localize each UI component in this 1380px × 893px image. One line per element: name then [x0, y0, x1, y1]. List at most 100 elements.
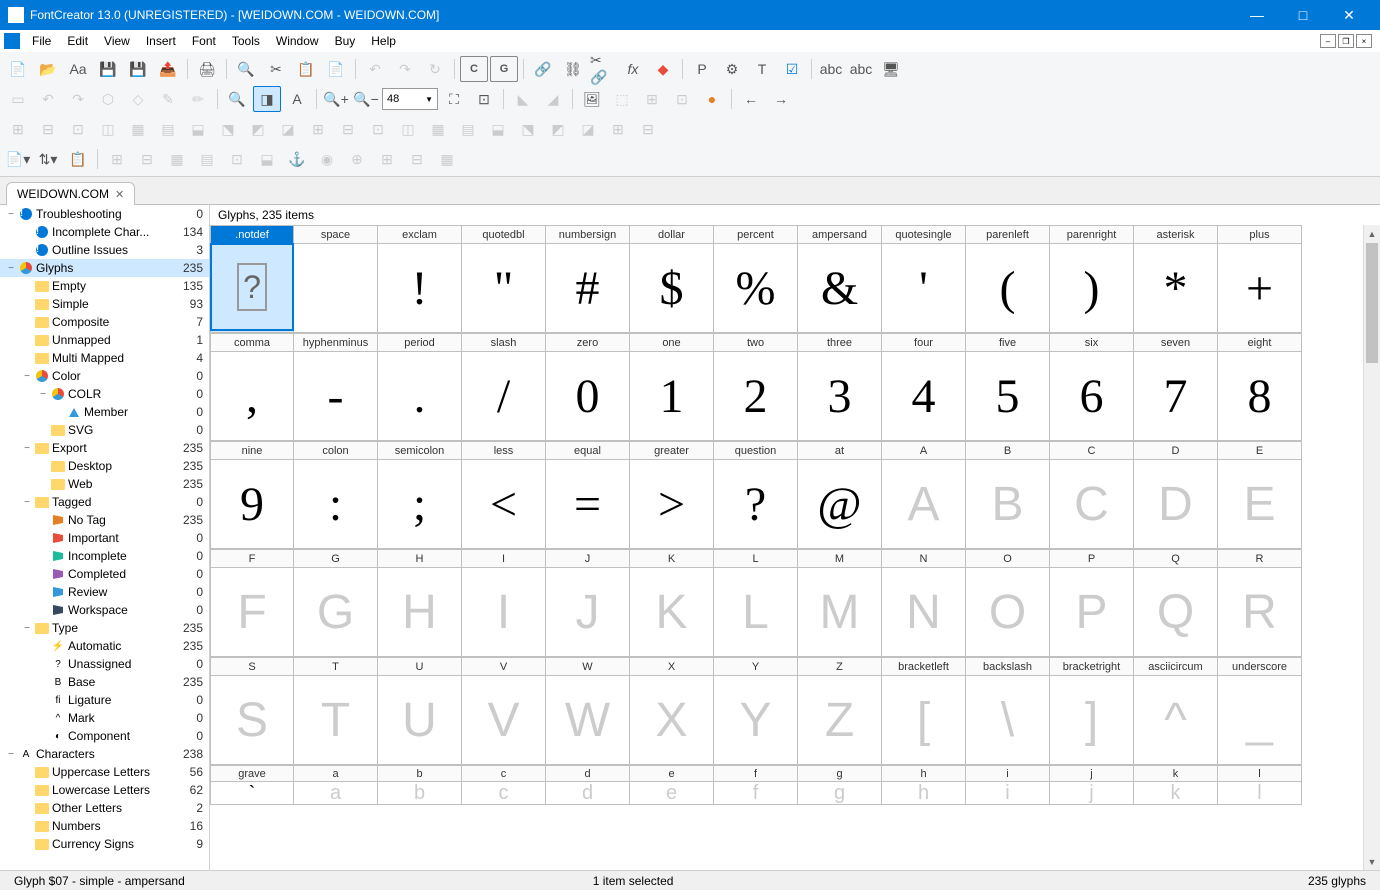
glyph-cell-six[interactable]: six6: [1050, 333, 1134, 441]
glyph-cell-N[interactable]: NN: [882, 549, 966, 657]
glyph-cell-F[interactable]: FF: [210, 549, 294, 657]
glyph-cell-five[interactable]: five5: [966, 333, 1050, 441]
zoom-out-icon[interactable]: 🔍−: [352, 86, 380, 112]
tree-row-unmapped[interactable]: Unmapped1: [0, 331, 209, 349]
font-open-icon[interactable]: Aa: [64, 56, 92, 82]
tree-row-unassigned[interactable]: ?Unassigned0: [0, 655, 209, 673]
preview-mode-icon[interactable]: 🔍: [223, 86, 251, 112]
glyph-cell-equal[interactable]: equal=: [546, 441, 630, 549]
glyph-cell-M[interactable]: MM: [798, 549, 882, 657]
next-icon[interactable]: →: [767, 86, 795, 112]
glyph-grid[interactable]: .notdef?space exclam!quotedbl"numbersign…: [210, 225, 1363, 870]
glyph-cell-f[interactable]: ff: [714, 765, 798, 805]
glyph-cell-J[interactable]: JJ: [546, 549, 630, 657]
glyph-cell-asterisk[interactable]: asterisk*: [1134, 225, 1218, 333]
glyph-cell-H[interactable]: HH: [378, 549, 462, 657]
autometrics-icon[interactable]: abc: [847, 56, 875, 82]
maximize-button[interactable]: □: [1280, 0, 1326, 30]
tree-row-colr[interactable]: −COLR0: [0, 385, 209, 403]
glyph-cell-Q[interactable]: QQ: [1134, 549, 1218, 657]
tree-twisty-icon[interactable]: −: [4, 209, 18, 220]
clipboard-icon[interactable]: 📋: [64, 146, 92, 172]
tree-row-troubleshooting[interactable]: −!Troubleshooting0: [0, 205, 209, 223]
tree-row-multi-mapped[interactable]: Multi Mapped4: [0, 349, 209, 367]
glyph-cell-X[interactable]: XX: [630, 657, 714, 765]
link-icon[interactable]: 🔗: [529, 56, 557, 82]
tree-row-currency-signs[interactable]: Currency Signs9: [0, 835, 209, 853]
tree-row-glyphs[interactable]: −Glyphs235: [0, 259, 209, 277]
glyph-cell-nine[interactable]: nine9: [210, 441, 294, 549]
new-icon[interactable]: 📄: [4, 56, 32, 82]
glyph-cell-A[interactable]: AA: [882, 441, 966, 549]
scroll-up-icon[interactable]: ▲: [1364, 225, 1380, 242]
close-button[interactable]: ✕: [1326, 0, 1372, 30]
eraser-icon[interactable]: ◆: [649, 56, 677, 82]
fit-icon[interactable]: ⛶: [440, 86, 468, 112]
glyph-cell-W[interactable]: WW: [546, 657, 630, 765]
document-tab[interactable]: WEIDOWN.COM ✕: [6, 182, 135, 205]
glyph-cell-comma[interactable]: comma,: [210, 333, 294, 441]
glyph-cell-one[interactable]: one1: [630, 333, 714, 441]
find-icon[interactable]: 🔍: [232, 56, 260, 82]
glyph-cell-k[interactable]: kk: [1134, 765, 1218, 805]
break-link-icon[interactable]: ✂🔗: [589, 56, 617, 82]
glyph-cell-asciicircum[interactable]: asciicircum^: [1134, 657, 1218, 765]
image-icon[interactable]: 🖼: [578, 86, 606, 112]
mdi-restore-button[interactable]: ❐: [1338, 34, 1354, 48]
tree-row-numbers[interactable]: Numbers16: [0, 817, 209, 835]
tree-row-other-letters[interactable]: Other Letters2: [0, 799, 209, 817]
tree-twisty-icon[interactable]: −: [20, 497, 34, 508]
menu-edit[interactable]: Edit: [59, 32, 96, 50]
tree-twisty-icon[interactable]: −: [4, 749, 18, 760]
glyph-cell-bracketright[interactable]: bracketright]: [1050, 657, 1134, 765]
tree-twisty-icon[interactable]: −: [20, 443, 34, 454]
vertical-scrollbar[interactable]: ▲ ▼: [1363, 225, 1380, 870]
glyph-cell-Y[interactable]: YY: [714, 657, 798, 765]
metrics-icon[interactable]: A: [283, 86, 311, 112]
open-icon[interactable]: 📂: [34, 56, 62, 82]
tree-row-color[interactable]: −Color0: [0, 367, 209, 385]
glyph-cell-a[interactable]: aa: [294, 765, 378, 805]
glyph-cell-seven[interactable]: seven7: [1134, 333, 1218, 441]
settings-icon[interactable]: ⚙: [718, 56, 746, 82]
complete-composites-icon[interactable]: C: [460, 56, 488, 82]
tree-row-outline-issues[interactable]: !Outline Issues3: [0, 241, 209, 259]
glyph-cell-exclam[interactable]: exclam!: [378, 225, 462, 333]
glyph-cell-S[interactable]: SS: [210, 657, 294, 765]
glyph-cell-percent[interactable]: percent%: [714, 225, 798, 333]
fill-mode-icon[interactable]: ◨: [253, 86, 281, 112]
mdi-close-button[interactable]: ×: [1356, 34, 1372, 48]
glyph-cell-U[interactable]: UU: [378, 657, 462, 765]
category-tree[interactable]: −!Troubleshooting0!Incomplete Char...134…: [0, 205, 210, 870]
tree-row-member[interactable]: Member0: [0, 403, 209, 421]
tree-row-desktop[interactable]: Desktop235: [0, 457, 209, 475]
menu-font[interactable]: Font: [184, 32, 224, 50]
copy-icon[interactable]: 📋: [292, 56, 320, 82]
glyph-cell-I[interactable]: II: [462, 549, 546, 657]
tree-row-characters[interactable]: −ACharacters238: [0, 745, 209, 763]
scroll-down-icon[interactable]: ▼: [1364, 853, 1380, 870]
color-icon[interactable]: ●: [698, 86, 726, 112]
scroll-thumb[interactable]: [1366, 243, 1378, 363]
glyph-cell-B[interactable]: BB: [966, 441, 1050, 549]
tree-row-simple[interactable]: Simple93: [0, 295, 209, 313]
glyph-cell-R[interactable]: RR: [1218, 549, 1302, 657]
tree-row-ligature[interactable]: fiLigature0: [0, 691, 209, 709]
tree-twisty-icon[interactable]: −: [20, 371, 34, 382]
tree-row-base[interactable]: BBase235: [0, 673, 209, 691]
menu-help[interactable]: Help: [363, 32, 404, 50]
glyph-cell-slash[interactable]: slash/: [462, 333, 546, 441]
glyph-cell-less[interactable]: less<: [462, 441, 546, 549]
unlink-icon[interactable]: ⛓: [559, 56, 587, 82]
glyph-cell-i[interactable]: ii: [966, 765, 1050, 805]
glyph-cell-quotedbl[interactable]: quotedbl": [462, 225, 546, 333]
glyph-cell-period[interactable]: period.: [378, 333, 462, 441]
glyph-cell-g[interactable]: gg: [798, 765, 882, 805]
glyph-cell-question[interactable]: question?: [714, 441, 798, 549]
glyph-cell-two[interactable]: two2: [714, 333, 798, 441]
glyph-cell-hyphenminus[interactable]: hyphenminus-: [294, 333, 378, 441]
tree-twisty-icon[interactable]: −: [4, 263, 18, 274]
tree-row-no-tag[interactable]: No Tag235: [0, 511, 209, 529]
glyph-cell-underscore[interactable]: underscore_: [1218, 657, 1302, 765]
glyph-cell-three[interactable]: three3: [798, 333, 882, 441]
